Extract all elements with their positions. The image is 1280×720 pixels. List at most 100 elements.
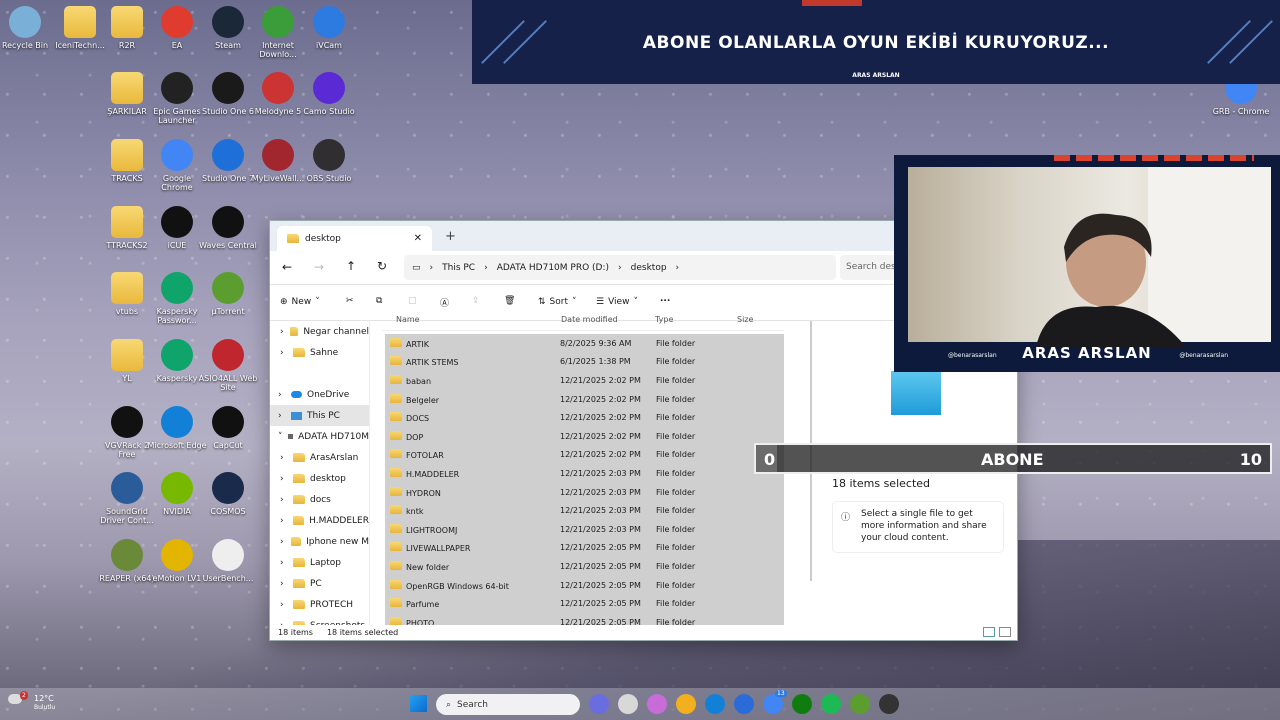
plus-icon: ⊕: [280, 297, 288, 307]
forward-icon[interactable]: →: [314, 260, 324, 274]
sort-button[interactable]: ⇅ Sort ˅: [538, 297, 577, 307]
desktop-icon[interactable]: COSMOS: [197, 472, 259, 516]
table-row[interactable]: kntk 12/21/2025 2:03 PM File folder: [385, 501, 784, 520]
sidebar-item[interactable]: ˅ ADATA HD710M: [270, 426, 369, 447]
desktop-icon[interactable]: Camo Studio: [298, 72, 360, 116]
table-row[interactable]: New folder 12/21/2025 2:05 PM File folder: [385, 557, 784, 576]
obs-icon[interactable]: [879, 694, 899, 714]
sidebar-item[interactable]: [270, 363, 369, 384]
copy-icon[interactable]: ⧉: [376, 296, 382, 306]
chrome-icon[interactable]: [763, 694, 783, 714]
cut-icon[interactable]: ✂: [346, 296, 354, 306]
sidebar-item[interactable]: › desktop: [270, 468, 369, 489]
sidebar-item[interactable]: › docs: [270, 489, 369, 510]
app-icon: [161, 72, 193, 104]
chevron-icon[interactable]: ›: [280, 327, 285, 337]
rename-icon[interactable]: Ⓐ: [440, 296, 449, 309]
more-options-button[interactable]: ...: [660, 294, 670, 304]
table-row[interactable]: HYDRON 12/21/2025 2:03 PM File folder: [385, 482, 784, 502]
desktop-icon[interactable]: Waves Central: [197, 206, 259, 250]
sidebar-item[interactable]: › OneDrive: [270, 384, 369, 405]
desktop-icon[interactable]: Recycle Bin: [0, 6, 56, 50]
sidebar-item[interactable]: › ArasArslan: [270, 447, 369, 468]
spotify-icon[interactable]: [821, 694, 841, 714]
col-type[interactable]: Type: [655, 315, 737, 324]
desktop-icon-label: µTorrent: [211, 307, 245, 316]
tiles-view-icon[interactable]: [999, 627, 1011, 637]
refresh-icon[interactable]: ↻: [377, 259, 387, 273]
chevron-icon[interactable]: ›: [278, 411, 286, 421]
edge-icon[interactable]: [705, 694, 725, 714]
table-row[interactable]: DOP 12/21/2025 2:02 PM File folder: [385, 426, 784, 446]
chevron-icon[interactable]: ˅: [278, 432, 283, 442]
copilot-icon[interactable]: [647, 694, 667, 714]
chevron-icon[interactable]: ›: [280, 537, 286, 547]
weather-temp: 12°C: [34, 694, 54, 703]
new-button[interactable]: ⊕ New ˅: [280, 297, 320, 307]
sidebar-item[interactable]: › Sahne: [270, 342, 369, 363]
chevron-icon[interactable]: ›: [280, 516, 288, 526]
chevron-icon[interactable]: ›: [280, 453, 288, 463]
chevron-icon[interactable]: ›: [280, 495, 288, 505]
back-icon[interactable]: ←: [282, 260, 292, 274]
up-icon[interactable]: ↑: [346, 259, 356, 273]
sidebar-item[interactable]: › PC: [270, 573, 369, 594]
tab-desktop[interactable]: desktop ✕: [277, 226, 432, 251]
table-row[interactable]: H.MADDELER 12/21/2025 2:03 PM File folder: [385, 464, 784, 483]
breadcrumb[interactable]: ▭ › This PC › ADATA HD710M PRO (D:) › deskt…: [404, 255, 836, 280]
desktop-icon[interactable]: CapCut: [197, 406, 259, 450]
sidebar-item[interactable]: › Laptop: [270, 552, 369, 573]
table-row[interactable]: OpenRGB Windows 64-bit 12/21/2025 2:05 PM…: [385, 575, 784, 595]
chevron-icon[interactable]: ›: [278, 390, 286, 400]
col-size[interactable]: Size: [737, 315, 777, 324]
goal-target: 10: [1239, 450, 1262, 469]
desktop-icon[interactable]: iVCam: [298, 6, 360, 50]
table-row[interactable]: DOCS 12/21/2025 2:02 PM File folder: [385, 408, 784, 427]
sidebar-item[interactable]: › Iphone new M: [270, 531, 369, 552]
xbox-icon[interactable]: [792, 694, 812, 714]
table-row[interactable]: baban 12/21/2025 2:02 PM File folder: [385, 371, 784, 390]
breadcrumb-this-pc[interactable]: This PC: [442, 263, 475, 273]
chevron-icon[interactable]: ›: [280, 600, 288, 610]
table-row[interactable]: LIGHTROOMJ 12/21/2025 2:03 PM File folder: [385, 519, 784, 539]
widgets-icon[interactable]: [589, 694, 609, 714]
table-row[interactable]: Parfume 12/21/2025 2:05 PM File folder: [385, 594, 784, 613]
chevron-icon[interactable]: ›: [280, 474, 288, 484]
file-explorer-icon[interactable]: [676, 694, 696, 714]
table-row[interactable]: ARTIK STEMS 6/1/2025 1:38 PM File folder: [385, 352, 784, 372]
row-type: File folder: [656, 431, 696, 441]
table-row[interactable]: ARTIK 8/2/2025 9:36 AM File folder: [385, 334, 784, 353]
table-row[interactable]: Belgeler 12/21/2025 2:02 PM File folder: [385, 389, 784, 409]
row-date: 12/21/2025 2:03 PM: [560, 487, 641, 497]
start-button[interactable]: [410, 695, 427, 712]
table-row[interactable]: LIVEWALLPAPER 12/21/2025 2:05 PM File fold…: [385, 538, 784, 558]
breadcrumb-drive[interactable]: ADATA HD710M PRO (D:): [497, 263, 609, 273]
breadcrumb-desktop[interactable]: desktop: [631, 263, 667, 273]
desktop-icon[interactable]: µTorrent: [197, 272, 259, 316]
sidebar-item[interactable]: › PROTECH: [270, 594, 369, 615]
desktop-icon[interactable]: OBS Studio: [298, 139, 360, 183]
desktop-icon[interactable]: UserBench...: [197, 539, 259, 583]
sidebar-item[interactable]: › Negar channel: [270, 321, 369, 342]
view-button[interactable]: ☰ View ˅: [596, 297, 638, 307]
col-date[interactable]: Date modified: [559, 315, 655, 324]
utorrent-icon[interactable]: [850, 694, 870, 714]
desktop-icon[interactable]: ASIO4ALL Web Site: [197, 339, 259, 392]
chevron-icon[interactable]: ›: [280, 579, 288, 589]
taskbar-search[interactable]: ⌕ Search: [436, 694, 580, 715]
store-icon[interactable]: [734, 694, 754, 714]
paste-icon[interactable]: ▢: [408, 296, 417, 306]
weather-widget[interactable]: 2 12°C Bulutlu: [8, 691, 55, 711]
share-icon[interactable]: ⇪: [472, 296, 480, 306]
table-row[interactable]: FOTOLAR 12/21/2025 2:02 PM File folder: [385, 445, 784, 465]
details-view-icon[interactable]: [983, 627, 995, 637]
sidebar-item[interactable]: › This PC: [270, 405, 369, 426]
delete-icon[interactable]: 🗑: [504, 296, 515, 306]
chevron-icon[interactable]: ›: [280, 558, 288, 568]
col-name[interactable]: Name: [382, 315, 559, 324]
close-tab-icon[interactable]: ✕: [414, 233, 422, 244]
task-view-icon[interactable]: [618, 694, 638, 714]
new-tab-icon[interactable]: +: [445, 229, 456, 244]
sidebar-item[interactable]: › H.MADDELER: [270, 510, 369, 531]
chevron-icon[interactable]: ›: [280, 348, 288, 358]
